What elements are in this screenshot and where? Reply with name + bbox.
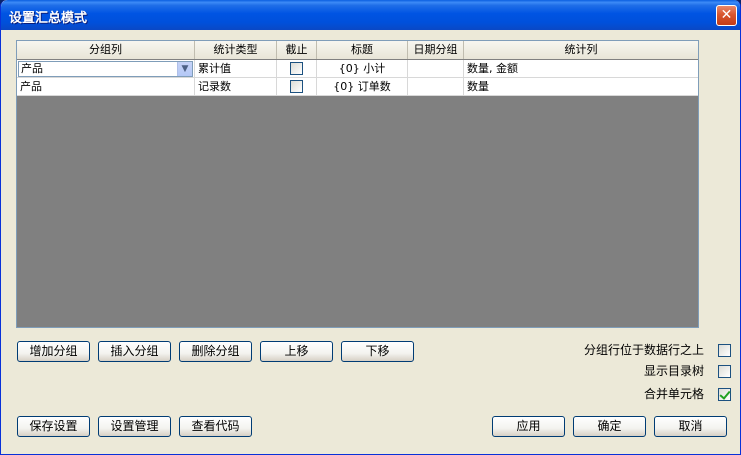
merge-cells-checkbox[interactable]	[718, 388, 731, 401]
table-row[interactable]: 产品 记录数 {0} 订单数 数量	[17, 78, 698, 96]
move-up-button[interactable]: 上移	[260, 341, 333, 362]
group-settings-grid[interactable]: 分组列 统计类型 截止 标题 日期分组 统计列 产品 ▼ 累计值 {0} 小计 …	[16, 40, 699, 328]
cutoff-cell[interactable]	[277, 78, 317, 96]
stat-columns-cell[interactable]: 数量, 金额	[464, 60, 698, 78]
apply-button[interactable]: 应用	[492, 416, 565, 437]
title-bar[interactable]: 设置汇总模式 ✕	[1, 0, 740, 30]
stat-type-cell[interactable]: 记录数	[195, 78, 277, 96]
group-column-combo[interactable]: 产品 ▼	[18, 61, 193, 77]
stat-type-cell[interactable]: 累计值	[195, 60, 277, 78]
view-code-button[interactable]: 查看代码	[179, 416, 252, 437]
date-group-cell[interactable]	[408, 78, 464, 96]
date-group-cell[interactable]	[408, 60, 464, 78]
group-above-checkbox[interactable]	[718, 344, 731, 357]
title-cell[interactable]: {0} 订单数	[317, 78, 408, 96]
header-date-group[interactable]: 日期分组	[408, 41, 464, 59]
show-tree-checkbox[interactable]	[718, 365, 731, 378]
move-down-button[interactable]: 下移	[341, 341, 414, 362]
cutoff-checkbox[interactable]	[290, 80, 303, 93]
delete-group-button[interactable]: 删除分组	[179, 341, 252, 362]
stat-columns-cell[interactable]: 数量	[464, 78, 698, 96]
close-button[interactable]: ✕	[716, 5, 737, 26]
option-label-show-tree: 显示目录树	[643, 364, 704, 378]
dialog-window: 设置汇总模式 ✕ 分组列 统计类型 截止 标题 日期分组 统计列 产品 ▼ 累计…	[0, 0, 741, 455]
option-label-merge-cells: 合并单元格	[643, 387, 704, 401]
group-column-cell[interactable]: 产品	[17, 78, 195, 96]
cutoff-cell[interactable]	[277, 60, 317, 78]
save-settings-button[interactable]: 保存设置	[17, 416, 90, 437]
settings-manage-button[interactable]: 设置管理	[98, 416, 171, 437]
grid-header: 分组列 统计类型 截止 标题 日期分组 统计列	[17, 41, 698, 59]
combo-value: 产品	[21, 62, 43, 75]
window-title: 设置汇总模式	[9, 11, 88, 26]
insert-group-button[interactable]: 插入分组	[98, 341, 171, 362]
chevron-down-icon[interactable]: ▼	[177, 62, 192, 76]
header-cutoff[interactable]: 截止	[277, 41, 317, 59]
header-title[interactable]: 标题	[317, 41, 408, 59]
cutoff-checkbox[interactable]	[290, 62, 303, 75]
group-column-cell[interactable]: 产品 ▼	[17, 60, 195, 78]
dialog-body: 分组列 统计类型 截止 标题 日期分组 统计列 产品 ▼ 累计值 {0} 小计 …	[4, 30, 739, 452]
header-group-column[interactable]: 分组列	[17, 41, 195, 59]
table-row[interactable]: 产品 ▼ 累计值 {0} 小计 数量, 金额	[17, 60, 698, 78]
ok-button[interactable]: 确定	[573, 416, 646, 437]
header-stat-type[interactable]: 统计类型	[195, 41, 277, 59]
close-icon: ✕	[720, 7, 733, 23]
title-cell[interactable]: {0} 小计	[317, 60, 408, 78]
header-stat-columns[interactable]: 统计列	[464, 41, 698, 59]
cancel-button[interactable]: 取消	[654, 416, 727, 437]
option-label-group-above: 分组行位于数据行之上	[583, 343, 704, 357]
add-group-button[interactable]: 增加分组	[17, 341, 90, 362]
